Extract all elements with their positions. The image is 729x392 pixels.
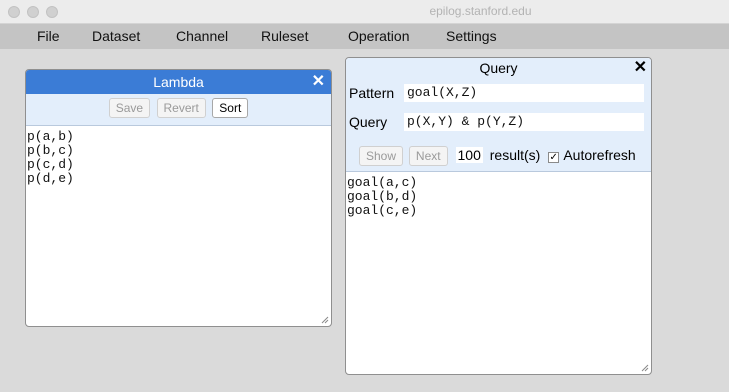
pattern-input[interactable]: goal(X,Z) xyxy=(404,84,644,102)
revert-button[interactable]: Revert xyxy=(156,98,206,118)
lambda-line: p(d,e) xyxy=(27,171,74,186)
window-titlebar: epilog.stanford.edu xyxy=(0,0,729,24)
autorefresh-checkbox[interactable]: ✓ xyxy=(548,152,560,163)
sort-button[interactable]: Sort xyxy=(212,98,249,118)
lambda-line: p(c,d) xyxy=(27,157,74,172)
resize-handle-icon[interactable] xyxy=(641,364,649,372)
lambda-panel: Lambda ✕ Save Revert Sort p(a,b) p(b,c) … xyxy=(25,69,332,327)
result-line: goal(b,d) xyxy=(347,189,418,204)
menu-ruleset[interactable]: Ruleset xyxy=(261,28,308,44)
lambda-toolbar: Save Revert Sort xyxy=(26,94,331,126)
menu-channel[interactable]: Channel xyxy=(176,28,228,44)
close-icon[interactable]: ✕ xyxy=(634,58,647,78)
lambda-header[interactable]: Lambda ✕ xyxy=(26,70,331,94)
lambda-line: p(b,c) xyxy=(27,143,74,158)
save-button[interactable]: Save xyxy=(108,98,151,118)
lambda-line: p(a,b) xyxy=(27,129,74,144)
query-header[interactable]: Query ✕ xyxy=(346,58,651,78)
lambda-title: Lambda xyxy=(153,74,204,90)
menu-dataset[interactable]: Dataset xyxy=(92,28,140,44)
result-line: goal(a,c) xyxy=(347,175,418,190)
menu-settings[interactable]: Settings xyxy=(446,28,497,44)
show-button[interactable]: Show xyxy=(359,146,404,166)
close-icon[interactable]: ✕ xyxy=(312,70,325,94)
autorefresh-label: Autorefresh xyxy=(563,147,636,163)
next-button[interactable]: Next xyxy=(408,146,448,166)
menu-operation[interactable]: Operation xyxy=(348,28,409,44)
query-title: Query xyxy=(479,60,518,76)
query-results-area[interactable]: goal(a,c) goal(b,d) goal(c,e) xyxy=(346,172,651,222)
window-title: epilog.stanford.edu xyxy=(429,4,532,18)
query-action-row: Show Next 100 result(s) ✓ Autorefresh xyxy=(358,146,636,166)
pattern-label: Pattern xyxy=(349,85,395,101)
resize-handle-icon[interactable] xyxy=(321,316,329,324)
results-label: result(s) xyxy=(489,147,541,163)
menu-file[interactable]: File xyxy=(37,28,60,44)
query-panel: Query ✕ Pattern goal(X,Z) Query p(X,Y) &… xyxy=(345,57,652,375)
query-input[interactable]: p(X,Y) & p(Y,Z) xyxy=(404,113,644,131)
result-line: goal(c,e) xyxy=(347,203,418,218)
menu-bar: File Dataset Channel Ruleset Operation S… xyxy=(0,24,729,49)
query-label: Query xyxy=(349,114,388,130)
lambda-textarea[interactable]: p(a,b) p(b,c) p(c,d) p(d,e) xyxy=(26,126,331,190)
query-controls-area: Query ✕ Pattern goal(X,Z) Query p(X,Y) &… xyxy=(346,58,651,172)
result-count-input[interactable]: 100 xyxy=(455,147,483,163)
